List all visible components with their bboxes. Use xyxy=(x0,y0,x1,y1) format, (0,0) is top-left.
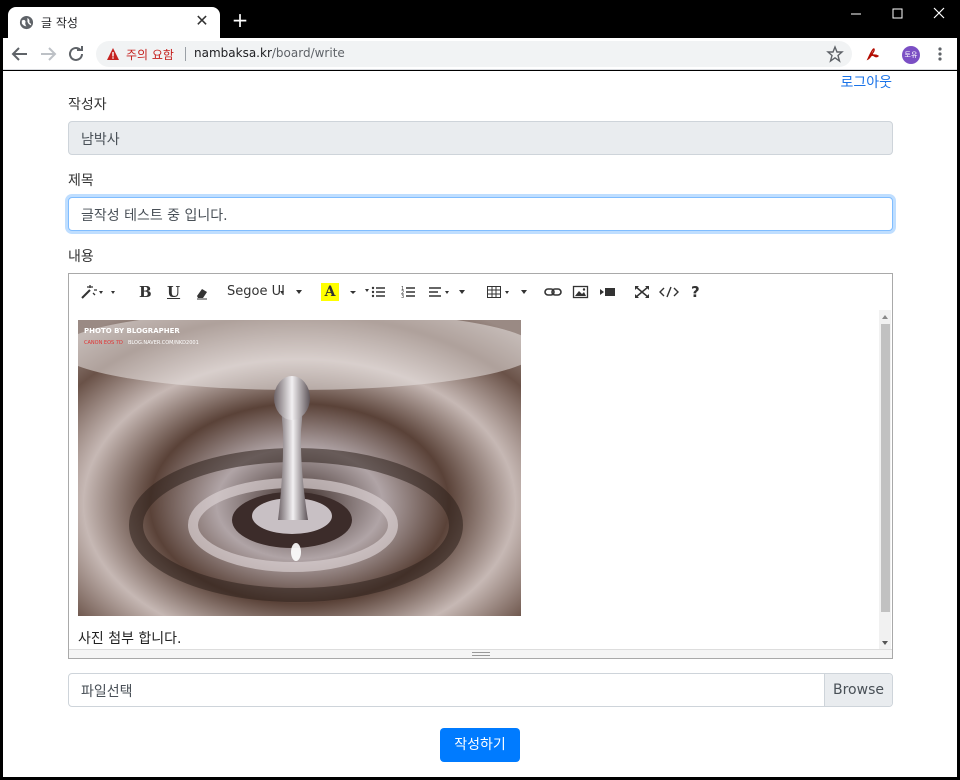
grip-icon xyxy=(472,652,490,656)
bullet-list-icon xyxy=(365,286,385,298)
code-view-button[interactable] xyxy=(659,283,679,301)
file-input-placeholder: 파일선택 xyxy=(81,684,133,700)
tab-close-icon[interactable]: ✕ xyxy=(192,11,212,31)
underline-button[interactable]: U xyxy=(167,283,180,301)
url-host: nambaksa.kr xyxy=(194,46,272,60)
url-text[interactable]: nambaksa.kr/board/write xyxy=(194,46,345,60)
paragraph-align-dropdown[interactable] xyxy=(429,283,469,301)
security-warning-label[interactable]: 주의 요함 xyxy=(126,46,174,63)
highlight-a-icon: A xyxy=(321,283,339,301)
profile-avatar[interactable]: 토유 xyxy=(902,46,920,64)
insert-picture-button[interactable] xyxy=(572,283,590,301)
editor-body-text: 사진 첨부 합니다. xyxy=(78,631,182,647)
water-drop-photo: PHOTO BY BLOGRAPHER CANON EOS 7D BLOG.NA… xyxy=(78,320,521,616)
insert-link-button[interactable] xyxy=(544,283,562,301)
highlight-color-button[interactable]: A xyxy=(321,283,365,301)
editor-toolbar: B U Segoe UI A 123 ? xyxy=(69,274,892,310)
video-icon xyxy=(600,288,615,296)
logout-link[interactable]: 로그아웃 xyxy=(840,72,892,92)
omnibox-divider xyxy=(185,47,186,61)
pdf-extension-icon[interactable] xyxy=(864,45,882,63)
align-left-icon xyxy=(429,287,465,297)
link-icon xyxy=(544,288,562,296)
warning-icon xyxy=(107,48,119,60)
page-content: 로그아웃 작성자 남박사 제목 글작성 테스트 중 입니다. 내용 B U Se… xyxy=(3,71,957,777)
kebab-menu-icon[interactable] xyxy=(934,45,946,63)
unordered-list-button[interactable] xyxy=(365,283,387,301)
chevron-down-icon xyxy=(280,290,302,294)
photo-watermark-camera: CANON EOS 7D xyxy=(84,340,123,346)
url-path: /board/write xyxy=(271,46,345,60)
minimize-icon[interactable] xyxy=(834,0,876,28)
help-button[interactable]: ? xyxy=(691,283,700,301)
browser-toolbar: 주의 요함 nambaksa.kr/board/write 토유 xyxy=(0,38,960,70)
bookmark-star-icon[interactable] xyxy=(826,45,844,63)
clear-format-button[interactable] xyxy=(195,283,209,301)
browser-tab[interactable]: 글 작성 ✕ xyxy=(8,7,220,38)
font-family-dropdown[interactable]: Segoe UI xyxy=(227,283,307,301)
eraser-icon xyxy=(197,289,207,300)
submit-button[interactable]: 작성하기 xyxy=(440,728,520,762)
photo-watermark-title: PHOTO BY BLOGRAPHER xyxy=(84,327,180,335)
back-icon[interactable] xyxy=(8,42,32,66)
fullscreen-icon xyxy=(635,286,649,298)
magic-style-button[interactable] xyxy=(79,283,117,301)
editor-resize-handle[interactable] xyxy=(69,649,892,658)
scroll-up-icon[interactable] xyxy=(881,313,889,321)
scrollbar-thumb[interactable] xyxy=(881,324,890,612)
rich-text-editor: B U Segoe UI A 123 ? PHOTO BY BLOGRAPHER… xyxy=(68,273,893,659)
insert-video-button[interactable] xyxy=(599,283,617,301)
photo-watermark-blog: BLOG.NAVER.COM/NKD2001 xyxy=(128,340,199,346)
svg-text:3: 3 xyxy=(401,294,404,300)
author-field: 남박사 xyxy=(68,121,893,155)
author-label: 작성자 xyxy=(68,97,107,113)
title-label: 제목 xyxy=(68,173,94,189)
editor-scrollbar[interactable] xyxy=(879,310,891,650)
new-tab-button[interactable]: + xyxy=(230,10,250,30)
content-label: 내용 xyxy=(68,249,94,265)
magic-wand-icon xyxy=(81,285,115,299)
browser-titlebar: 글 작성 ✕ + xyxy=(0,0,960,38)
bold-button[interactable]: B xyxy=(139,283,152,301)
chevron-down-icon xyxy=(350,291,356,294)
address-bar[interactable]: 주의 요함 nambaksa.kr/board/write xyxy=(96,41,852,67)
browse-button[interactable]: Browse xyxy=(824,674,892,706)
forward-icon[interactable] xyxy=(36,42,60,66)
close-window-icon[interactable] xyxy=(918,0,960,28)
reload-icon[interactable] xyxy=(64,42,88,66)
ordered-list-button[interactable]: 123 xyxy=(401,283,417,301)
picture-icon xyxy=(572,285,589,299)
numbered-list-icon: 123 xyxy=(401,286,415,300)
font-family-value: Segoe UI xyxy=(227,284,285,299)
code-icon xyxy=(659,286,679,298)
maximize-icon[interactable] xyxy=(876,0,918,28)
scroll-down-icon[interactable] xyxy=(881,639,889,647)
fullscreen-button[interactable] xyxy=(634,283,650,301)
file-input[interactable]: 파일선택 Browse xyxy=(68,673,893,707)
editor-content-area[interactable]: PHOTO BY BLOGRAPHER CANON EOS 7D BLOG.NA… xyxy=(69,310,892,650)
water-drop-image: PHOTO BY BLOGRAPHER CANON EOS 7D BLOG.NA… xyxy=(78,320,521,616)
table-dropdown[interactable] xyxy=(487,283,529,301)
title-input[interactable]: 글작성 테스트 중 입니다. xyxy=(68,197,893,231)
globe-icon xyxy=(19,15,34,30)
table-icon xyxy=(487,286,527,298)
tab-title: 글 작성 xyxy=(41,16,78,30)
